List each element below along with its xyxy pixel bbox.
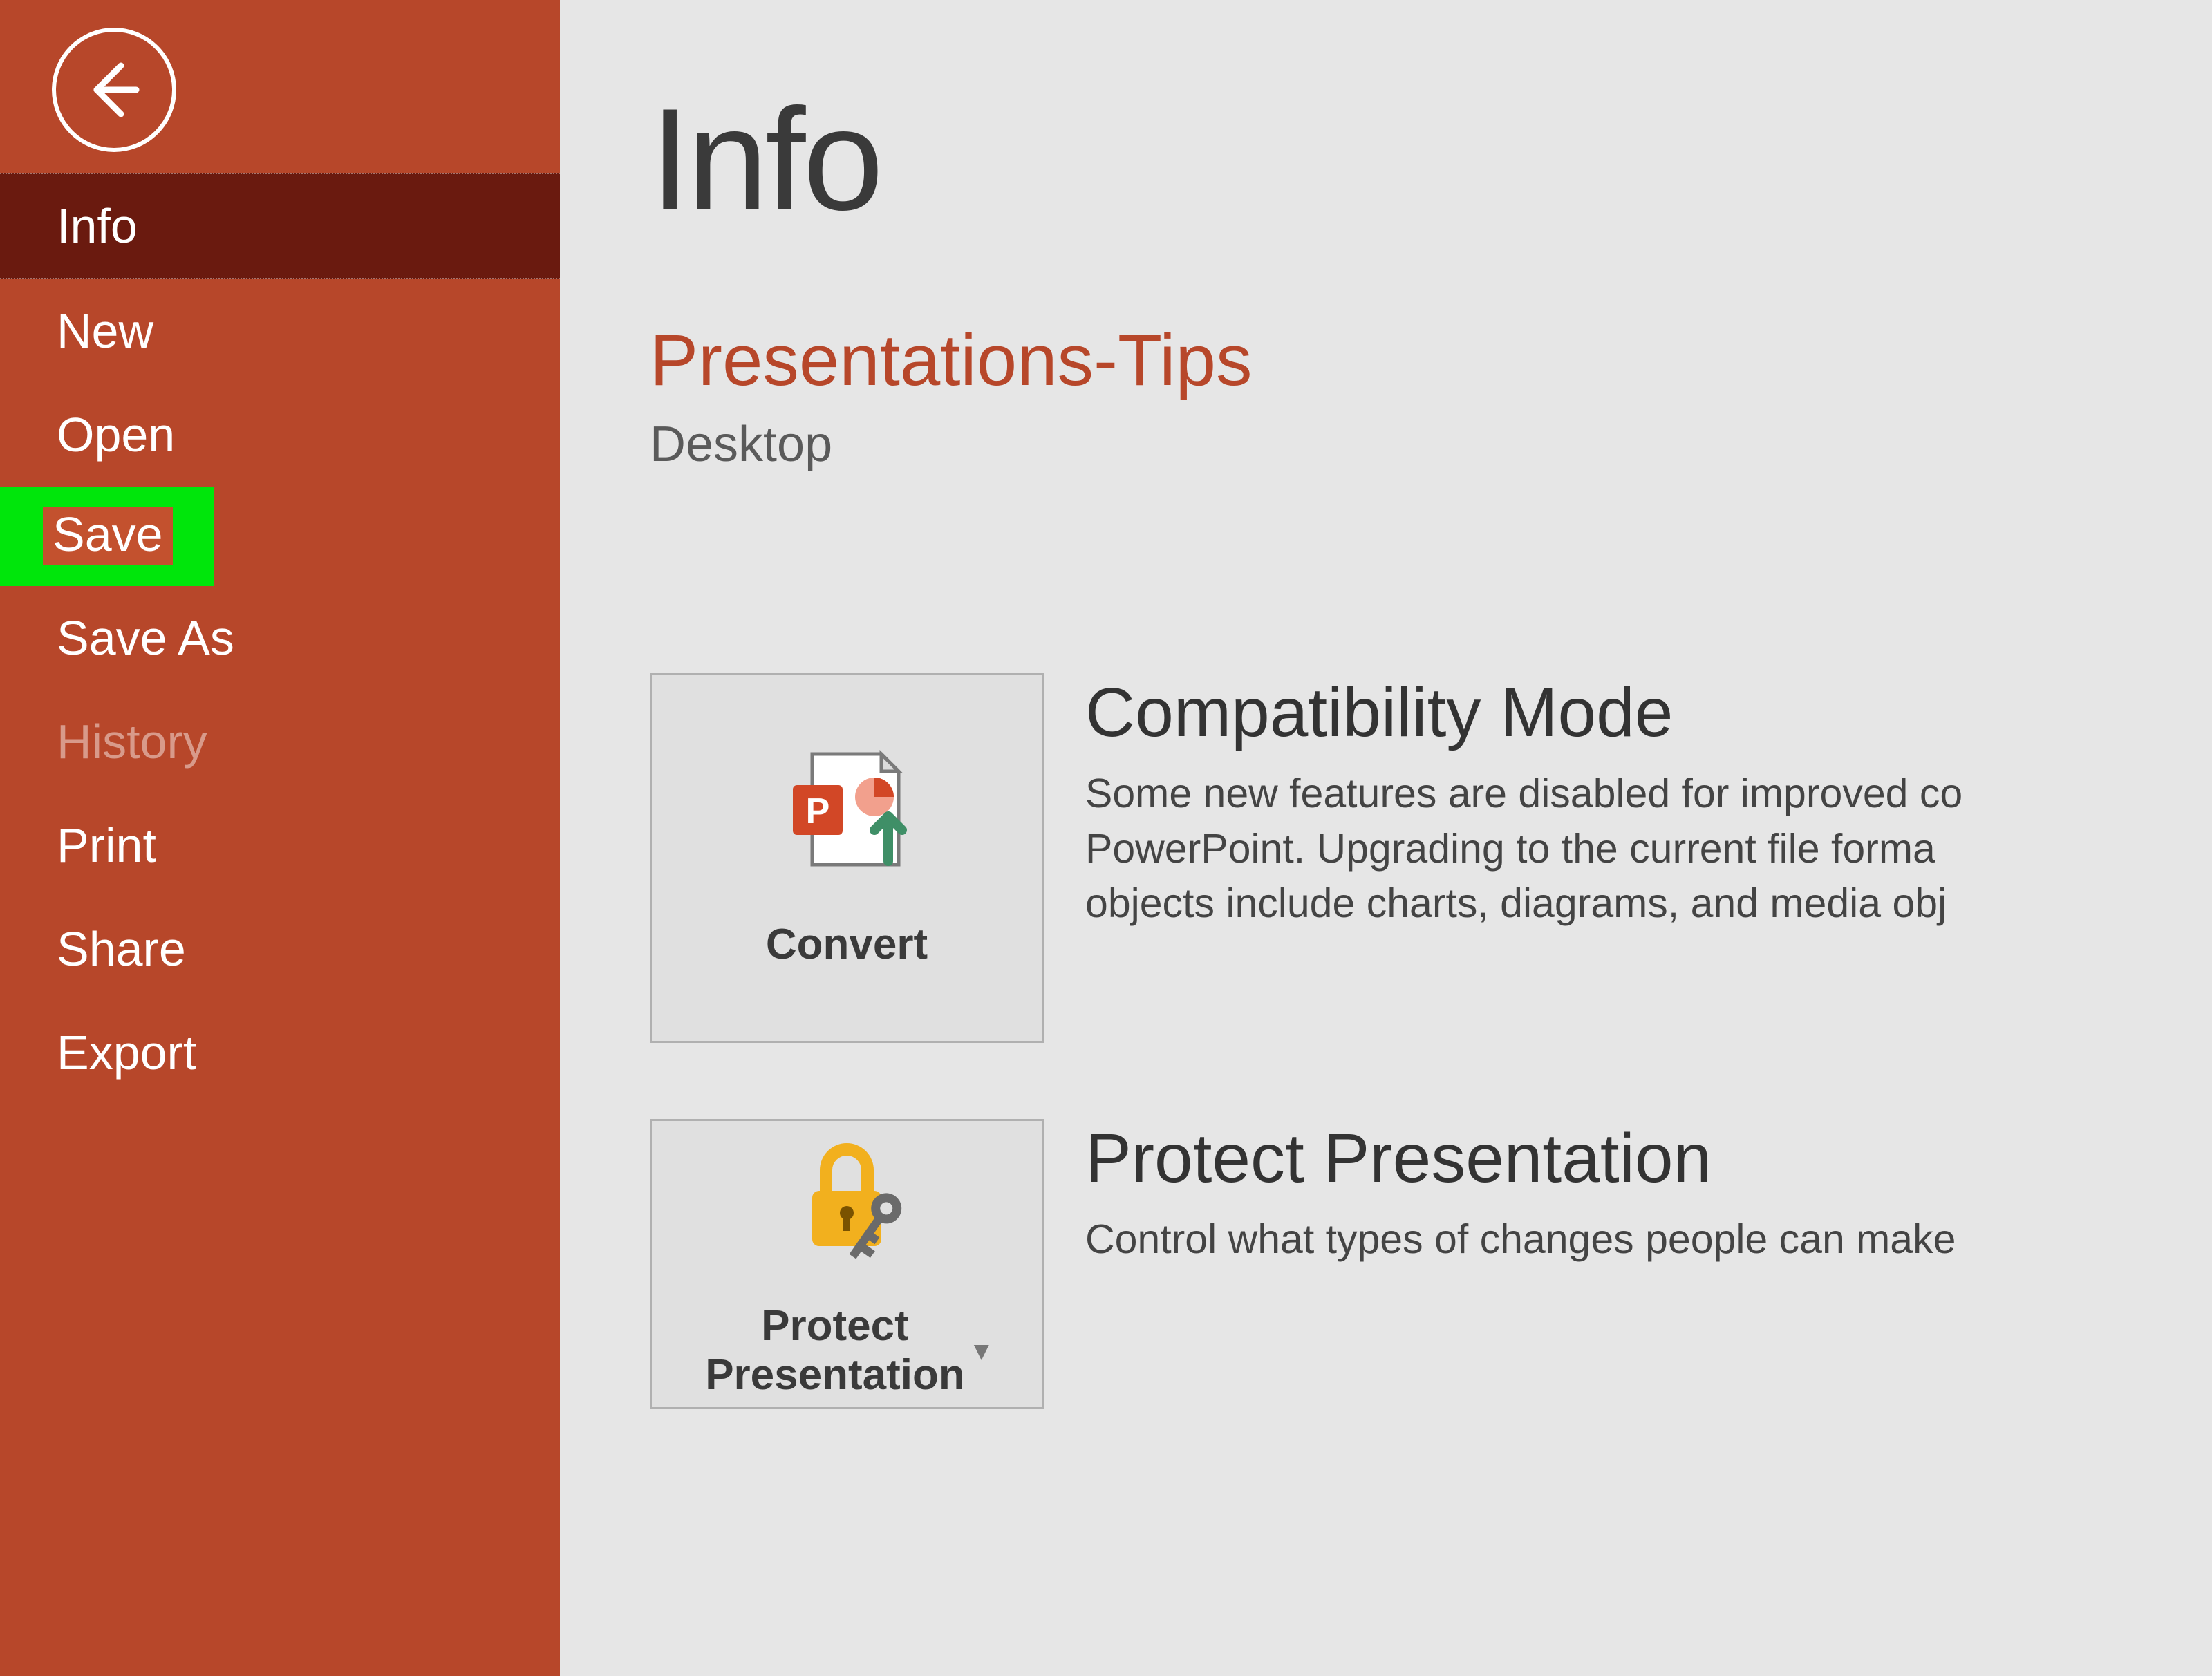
sidebar-item-label: New [57, 304, 153, 358]
section-compatibility: P Convert Compatibility Mode Some new fe… [650, 673, 2212, 1043]
lock-key-icon [771, 1129, 923, 1267]
backstage-content: Info Presentations-Tips Desktop P [560, 0, 2212, 1676]
sidebar-item-label: Share [57, 922, 186, 976]
document-title: Presentations-Tips [650, 319, 2212, 402]
sidebar-item-history: History [0, 690, 560, 793]
chevron-down-icon: ▾ [975, 1335, 988, 1366]
sidebar-item-save[interactable]: Save [43, 507, 173, 565]
sidebar-item-label: Save As [57, 611, 234, 665]
convert-button-label: Convert [766, 920, 928, 969]
sidebar-item-new[interactable]: New [0, 279, 560, 383]
sidebar-item-export[interactable]: Export [0, 1001, 560, 1104]
svg-text:P: P [806, 791, 830, 831]
page-title: Info [650, 76, 2212, 243]
section-protect: Protect Presentation ▾ Protect Presentat… [650, 1119, 2212, 1409]
sidebar-item-info[interactable]: Info [0, 173, 560, 279]
sidebar-item-label: Print [57, 818, 156, 872]
powerpoint-convert-icon: P [771, 747, 923, 885]
backstage-menu: Info New Open Save Save As History Print… [0, 173, 560, 1104]
protect-presentation-button[interactable]: Protect Presentation ▾ [650, 1119, 1044, 1409]
section-desc-protect: Control what types of changes people can… [1085, 1212, 1956, 1268]
sidebar-item-label: History [57, 715, 207, 769]
backstage-sidebar: Info New Open Save Save As History Print… [0, 0, 560, 1676]
sidebar-item-label: Export [57, 1026, 196, 1080]
convert-button[interactable]: P Convert [650, 673, 1044, 1043]
sidebar-item-print[interactable]: Print [0, 793, 560, 897]
document-location: Desktop [650, 416, 2212, 473]
sidebar-item-label: Open [57, 408, 175, 462]
sidebar-item-save-highlight: Save [0, 487, 214, 586]
section-title-protect: Protect Presentation [1085, 1119, 1956, 1198]
section-desc-compatibility: Some new features are disabled for impro… [1085, 766, 1962, 932]
back-button[interactable] [52, 28, 176, 152]
sidebar-item-save-as[interactable]: Save As [0, 586, 560, 690]
sidebar-item-share[interactable]: Share [0, 897, 560, 1001]
protect-presentation-button-label: Protect Presentation ▾ [705, 1301, 988, 1400]
sidebar-item-open[interactable]: Open [0, 383, 560, 487]
back-arrow-icon [79, 55, 149, 124]
section-title-compatibility: Compatibility Mode [1085, 673, 1962, 753]
sidebar-item-label: Save [53, 507, 163, 561]
sidebar-item-label: Info [57, 199, 138, 253]
